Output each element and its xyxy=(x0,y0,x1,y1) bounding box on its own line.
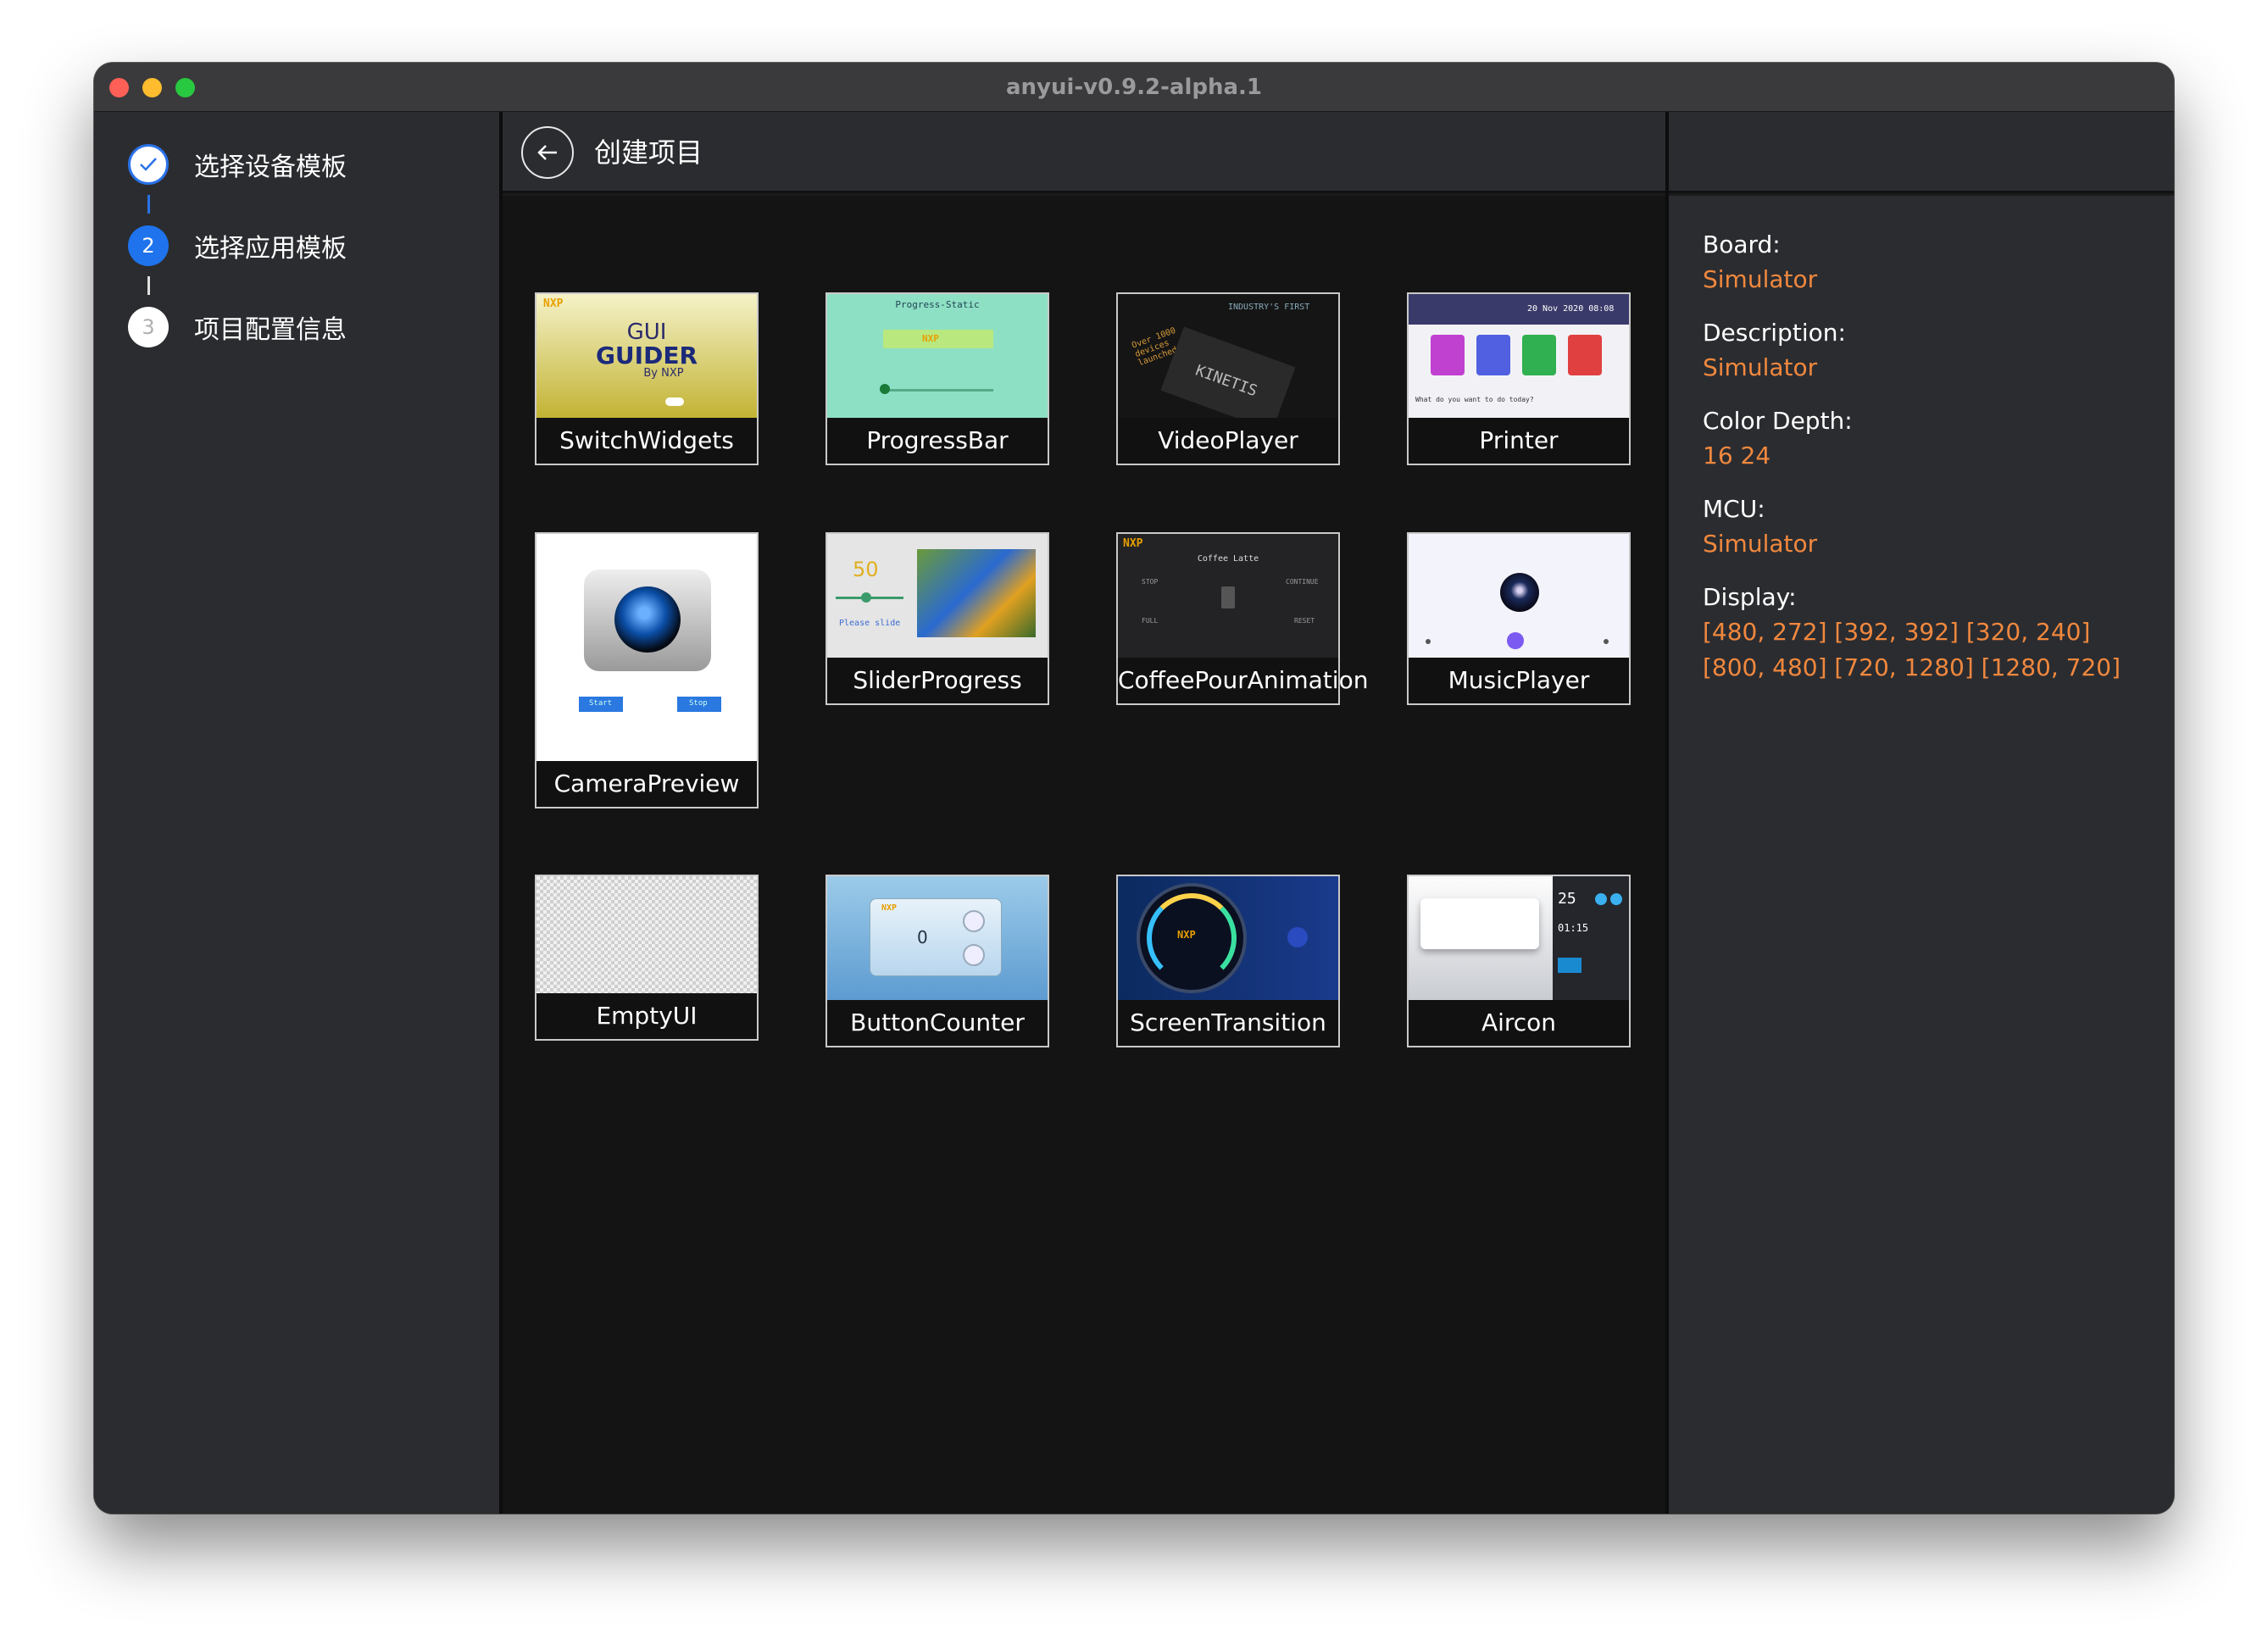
template-card-videoplayer[interactable]: INDUSTRY'S FIRST Over 1000 devices launc… xyxy=(1116,292,1340,465)
titlebar: anyui-v0.9.2-alpha.1 xyxy=(94,63,2174,112)
step-select-device-template[interactable]: 选择设备模板 xyxy=(128,144,347,185)
template-card-musicplayer[interactable]: MusicPlayer xyxy=(1407,532,1631,705)
template-thumbnail: 20 Nov 2020 08:08 What do you want to do… xyxy=(1409,294,1629,418)
description-value: Simulator xyxy=(1703,353,1818,381)
template-card-emptyui[interactable]: EmptyUI xyxy=(535,875,759,1041)
template-info-panel: Board: Simulator Description: Simulator … xyxy=(1669,196,2174,1514)
step-project-config[interactable]: 3 项目配置信息 xyxy=(128,307,347,347)
template-label: EmptyUI xyxy=(536,993,757,1039)
template-thumbnail: 25 01:15 xyxy=(1409,876,1629,1000)
mcu-label: MCU: xyxy=(1703,495,1765,523)
template-thumbnail xyxy=(1409,534,1629,658)
template-card-aircon[interactable]: 25 01:15 Aircon xyxy=(1407,875,1631,1047)
check-icon xyxy=(128,144,169,185)
template-label: MusicPlayer xyxy=(1409,658,1629,703)
template-grid: NXP GUI GUIDER By NXP SwitchWidgets Prog… xyxy=(503,196,1665,1514)
template-thumbnail: Start Stop xyxy=(536,534,757,761)
template-card-coffeepouranimation[interactable]: NXP Coffee Latte STOP CONTINUE FULL RESE… xyxy=(1116,532,1368,705)
template-card-buttoncounter[interactable]: NXP 0 ButtonCounter xyxy=(825,875,1049,1047)
template-label: SliderProgress xyxy=(827,658,1048,703)
template-card-progressbar[interactable]: Progress-Static NXP ProgressBar xyxy=(825,292,1049,465)
template-label: ScreenTransition xyxy=(1118,1000,1338,1046)
template-label: VideoPlayer xyxy=(1118,418,1338,464)
template-label: Printer xyxy=(1409,418,1629,464)
page-title: 创建项目 xyxy=(594,136,703,169)
template-label: ProgressBar xyxy=(827,418,1048,464)
template-card-printer[interactable]: 20 Nov 2020 08:08 What do you want to do… xyxy=(1407,292,1631,465)
template-label: ButtonCounter xyxy=(827,1000,1048,1046)
template-thumbnail: Progress-Static NXP xyxy=(827,294,1048,418)
step-select-app-template[interactable]: 2 选择应用模板 xyxy=(128,225,347,266)
template-thumbnail xyxy=(536,876,757,993)
template-card-sliderprogress[interactable]: 50 Please slide SliderProgress xyxy=(825,532,1049,705)
stepper-sidebar: 选择设备模板 2 选择应用模板 3 项目配置信息 xyxy=(94,112,499,1514)
template-thumbnail: NXP Coffee Latte STOP CONTINUE FULL RESE… xyxy=(1118,534,1338,658)
template-card-switchwidgets[interactable]: NXP GUI GUIDER By NXP SwitchWidgets xyxy=(535,292,759,465)
mcu-value: Simulator xyxy=(1703,530,1818,558)
step-number: 2 xyxy=(128,225,169,266)
template-label: CoffeePourAnimation xyxy=(1118,658,1368,703)
step-connector xyxy=(147,276,150,295)
template-card-screentransition[interactable]: NXP ScreenTransition xyxy=(1116,875,1340,1047)
board-value: Simulator xyxy=(1703,265,1818,293)
color-depth-label: Color Depth: xyxy=(1703,407,1853,435)
color-depth-value: 16 24 xyxy=(1703,442,1771,469)
template-thumbnail: INDUSTRY'S FIRST Over 1000 devices launc… xyxy=(1118,294,1338,418)
window-title: anyui-v0.9.2-alpha.1 xyxy=(1005,75,1263,100)
step-label: 选择应用模板 xyxy=(194,234,347,264)
template-label: Aircon xyxy=(1409,1000,1629,1046)
step-number: 3 xyxy=(128,307,169,347)
arrow-left-icon xyxy=(537,145,557,160)
description-label: Description: xyxy=(1703,319,1846,347)
display-value: [480, 272] [392, 392] [320, 240] [800, 4… xyxy=(1703,618,2121,681)
step-connector xyxy=(147,195,150,214)
template-thumbnail: NXP GUI GUIDER By NXP xyxy=(536,294,757,418)
template-card-camerapreview[interactable]: Start Stop CameraPreview xyxy=(535,532,759,808)
board-label: Board: xyxy=(1703,231,1781,258)
app-window: anyui-v0.9.2-alpha.1 选择设备模板 2 选择应用模板 3 项… xyxy=(94,63,2174,1514)
template-thumbnail: 50 Please slide xyxy=(827,534,1048,658)
template-label: SwitchWidgets xyxy=(536,418,757,464)
step-label: 选择设备模板 xyxy=(194,153,347,182)
page-header: 创建项目 xyxy=(503,112,2174,193)
step-label: 项目配置信息 xyxy=(194,315,347,345)
template-thumbnail: NXP 0 xyxy=(827,876,1048,1000)
template-thumbnail: NXP xyxy=(1118,876,1338,1000)
back-button[interactable] xyxy=(521,126,574,179)
display-label: Display: xyxy=(1703,583,1797,611)
template-label: CameraPreview xyxy=(536,761,757,807)
